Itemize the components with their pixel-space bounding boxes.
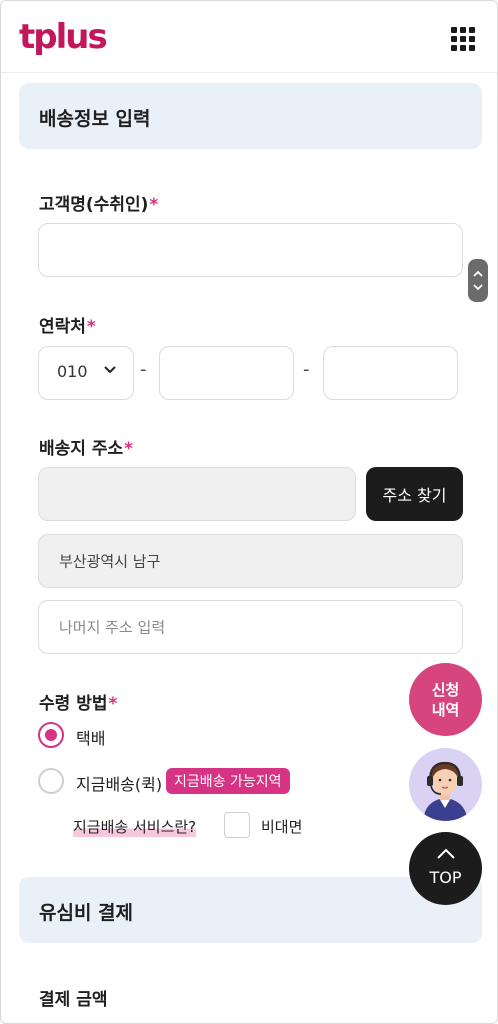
shipping-section-title: 배송정보 입력 <box>39 108 151 130</box>
chevron-down-icon <box>104 366 116 374</box>
quick-service-info-link[interactable]: 지금배송 서비스란? <box>73 816 197 837</box>
phone-dash: - <box>140 359 147 380</box>
contactless-checkbox[interactable] <box>224 812 250 838</box>
name-input[interactable] <box>38 223 463 277</box>
phone-last-input[interactable] <box>323 346 458 400</box>
address-search-button[interactable]: 주소 찾기 <box>366 467 463 521</box>
svg-text:tplus: tplus <box>19 17 106 57</box>
application-history-button[interactable]: 신청 내역 <box>409 663 482 736</box>
required-mark: * <box>124 439 134 459</box>
quick-area-badge[interactable]: 지금배송 가능지역 <box>166 768 290 794</box>
radio-delivery-label[interactable]: 택배 <box>76 725 105 749</box>
scroll-handle[interactable] <box>468 259 488 302</box>
payment-amount-label: 결제 금액 <box>39 990 108 1010</box>
chevron-up-icon <box>437 848 455 859</box>
phone-dash: - <box>303 359 310 380</box>
address-region-value: 부산광역시 남구 <box>59 552 161 571</box>
phone-prefix-select[interactable]: 010 <box>38 346 134 400</box>
scroll-top-label: TOP <box>429 868 462 887</box>
address-region-field[interactable]: 부산광역시 남구 <box>38 534 463 588</box>
zipcode-field[interactable] <box>38 467 356 521</box>
grid-menu-icon[interactable] <box>449 25 477 53</box>
radio-delivery[interactable] <box>38 722 64 748</box>
required-mark: * <box>108 694 118 714</box>
address-label: 배송지 주소* <box>39 439 134 459</box>
support-agent-icon <box>423 761 468 821</box>
required-mark: * <box>86 317 96 337</box>
phone-prefix-value: 010 <box>57 362 88 381</box>
name-label: 고객명(수취인)* <box>39 195 159 215</box>
phone-middle-input[interactable] <box>159 346 294 400</box>
customer-support-button[interactable] <box>409 748 482 821</box>
tplus-logo[interactable]: tplus <box>17 13 117 61</box>
contactless-label[interactable]: 비대면 <box>261 816 302 837</box>
top-header: tplus <box>1 1 497 73</box>
payment-section-title: 유심비 결제 <box>39 902 134 924</box>
radio-quick[interactable] <box>38 768 64 794</box>
shipping-section-header: 배송정보 입력 <box>19 83 482 149</box>
phone-label: 연락처* <box>39 317 96 337</box>
required-mark: * <box>149 195 159 215</box>
receive-method-label: 수령 방법* <box>39 694 118 714</box>
app-frame: tplus 배송정보 입력 고객명(수취인)* 연락처* 010 - - 배송지… <box>0 0 498 1024</box>
scroll-arrows-icon <box>473 270 483 291</box>
radio-quick-label[interactable]: 지금배송(퀵) <box>76 771 162 795</box>
history-label-line1: 신청 <box>431 680 460 699</box>
address-detail-placeholder: 나머지 주소 입력 <box>59 618 166 637</box>
address-detail-input[interactable]: 나머지 주소 입력 <box>38 600 463 654</box>
scroll-top-button[interactable]: TOP <box>409 832 482 905</box>
history-label-line2: 내역 <box>431 700 460 719</box>
